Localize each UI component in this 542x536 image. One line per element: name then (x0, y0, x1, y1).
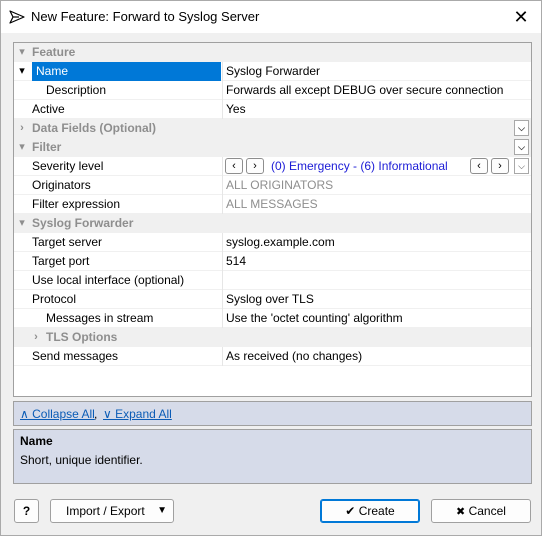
expand-all-link[interactable]: ∨ Expand All (103, 407, 172, 421)
import-export-button[interactable]: Import / Export ▼ (50, 499, 174, 523)
property-label: Target server (32, 235, 103, 249)
property-label: Originators (32, 178, 91, 192)
collapse-expand-bar: ∧ Collapse All , ∨ Expand All (13, 401, 532, 426)
category-filter[interactable]: ▾ Filter ⌵ (14, 138, 531, 157)
help-button[interactable]: ? (14, 499, 39, 523)
collapse-icon[interactable]: ▾ (16, 62, 28, 81)
property-value[interactable]: ALL ORIGINATORS (222, 176, 531, 195)
category-label: Data Fields (Optional) (32, 121, 157, 135)
window-title: New Feature: Forward to Syslog Server (31, 9, 260, 24)
property-label: Filter expression (32, 197, 121, 211)
help-text: Short, unique identifier. (20, 453, 143, 467)
category-label: Feature (32, 45, 76, 59)
property-value[interactable]: syslog.example.com (222, 233, 531, 252)
help-title: Name (20, 434, 53, 448)
severity-value[interactable]: (0) Emergency - (6) Informational (271, 157, 448, 175)
property-label: Use local interface (optional) (32, 273, 185, 287)
category-tls-options[interactable]: › TLS Options (14, 328, 531, 347)
previous-button[interactable]: ‹ (470, 158, 488, 174)
question-icon: ? (22, 504, 31, 518)
property-row-originators[interactable]: Originators ALL ORIGINATORS (14, 176, 531, 195)
property-row-name[interactable]: ▾ Name Syslog Forwarder (14, 62, 531, 81)
property-value[interactable]: ALL MESSAGES (222, 195, 531, 214)
collapse-all-link[interactable]: ∧ Collapse All (20, 407, 95, 421)
collapse-icon[interactable]: ▾ (16, 214, 28, 233)
property-grid: ▾ Feature ▾ Name Syslog Forwarder Descri… (13, 42, 532, 397)
previous-button[interactable]: ‹ (225, 158, 243, 174)
property-label: Send messages (32, 349, 119, 363)
chevron-down-icon[interactable]: ⌵ (514, 158, 529, 174)
check-icon: ✔ (345, 504, 356, 518)
property-label: Description (46, 83, 107, 97)
property-value[interactable]: Forwards all except DEBUG over secure co… (222, 81, 531, 100)
next-button[interactable]: › (246, 158, 264, 174)
property-row-target-port[interactable]: Target port 514 (14, 252, 531, 271)
property-label: Protocol (32, 292, 77, 306)
dialog-window: New Feature: Forward to Syslog Server ✕ … (0, 0, 542, 536)
property-value[interactable]: Syslog Forwarder (222, 62, 531, 81)
property-label: Severity level (32, 159, 104, 173)
collapse-icon[interactable]: ▾ (16, 43, 28, 62)
property-label: Active (32, 102, 65, 116)
chevron-down-icon[interactable]: ⌵ (514, 120, 529, 136)
send-icon (9, 9, 25, 25)
create-label: Create (358, 504, 395, 518)
category-label: Syslog Forwarder (32, 216, 134, 230)
property-row-active[interactable]: Active Yes (14, 100, 531, 119)
property-value[interactable]: Syslog over TLS (222, 290, 531, 309)
property-label: Messages in stream (46, 311, 154, 325)
property-value[interactable]: As received (no changes) (222, 347, 531, 366)
cancel-x-icon: ✖ (456, 506, 466, 518)
import-export-label: Import / Export (66, 504, 145, 518)
chevron-down-icon[interactable]: ⌵ (514, 139, 529, 155)
category-label: Filter (32, 140, 62, 154)
cancel-label: Cancel (468, 504, 506, 518)
category-feature[interactable]: ▾ Feature (14, 43, 531, 62)
category-syslog-forwarder[interactable]: ▾ Syslog Forwarder (14, 214, 531, 233)
property-row-filter-expression[interactable]: Filter expression ALL MESSAGES (14, 195, 531, 214)
next-button[interactable]: › (491, 158, 509, 174)
property-value[interactable]: Use the 'octet counting' algorithm (222, 309, 531, 328)
property-row-send-messages[interactable]: Send messages As received (no changes) (14, 347, 531, 366)
property-value[interactable]: Yes (222, 100, 531, 119)
expand-icon[interactable]: › (16, 119, 28, 138)
property-row-messages-in-stream[interactable]: Messages in stream Use the 'octet counti… (14, 309, 531, 328)
property-row-severity[interactable]: Severity level ‹ › (0) Emergency - (6) I… (14, 157, 531, 176)
property-row-target-server[interactable]: Target server syslog.example.com (14, 233, 531, 252)
create-button[interactable]: ✔ Create (320, 499, 420, 523)
link-separator: , (94, 407, 98, 421)
help-panel: Name Short, unique identifier. (13, 429, 532, 484)
cancel-button[interactable]: ✖ Cancel (431, 499, 531, 523)
property-row-local-interface[interactable]: Use local interface (optional) (14, 271, 531, 290)
close-icon[interactable]: ✕ (507, 5, 535, 29)
category-label: TLS Options (46, 330, 118, 344)
title-bar: New Feature: Forward to Syslog Server ✕ (1, 1, 541, 33)
severity-value-cell: ‹ › (0) Emergency - (6) Informational ‹ … (222, 157, 531, 176)
dropdown-arrow-icon: ▼ (157, 505, 167, 516)
property-label: Name (32, 62, 221, 81)
property-row-description[interactable]: Description Forwards all except DEBUG ov… (14, 81, 531, 100)
property-value[interactable] (222, 271, 531, 290)
property-value[interactable]: 514 (222, 252, 531, 271)
property-label: Target port (32, 254, 90, 268)
category-data-fields[interactable]: › Data Fields (Optional) ⌵ (14, 119, 531, 138)
collapse-icon[interactable]: ▾ (16, 138, 28, 157)
property-row-protocol[interactable]: Protocol Syslog over TLS (14, 290, 531, 309)
